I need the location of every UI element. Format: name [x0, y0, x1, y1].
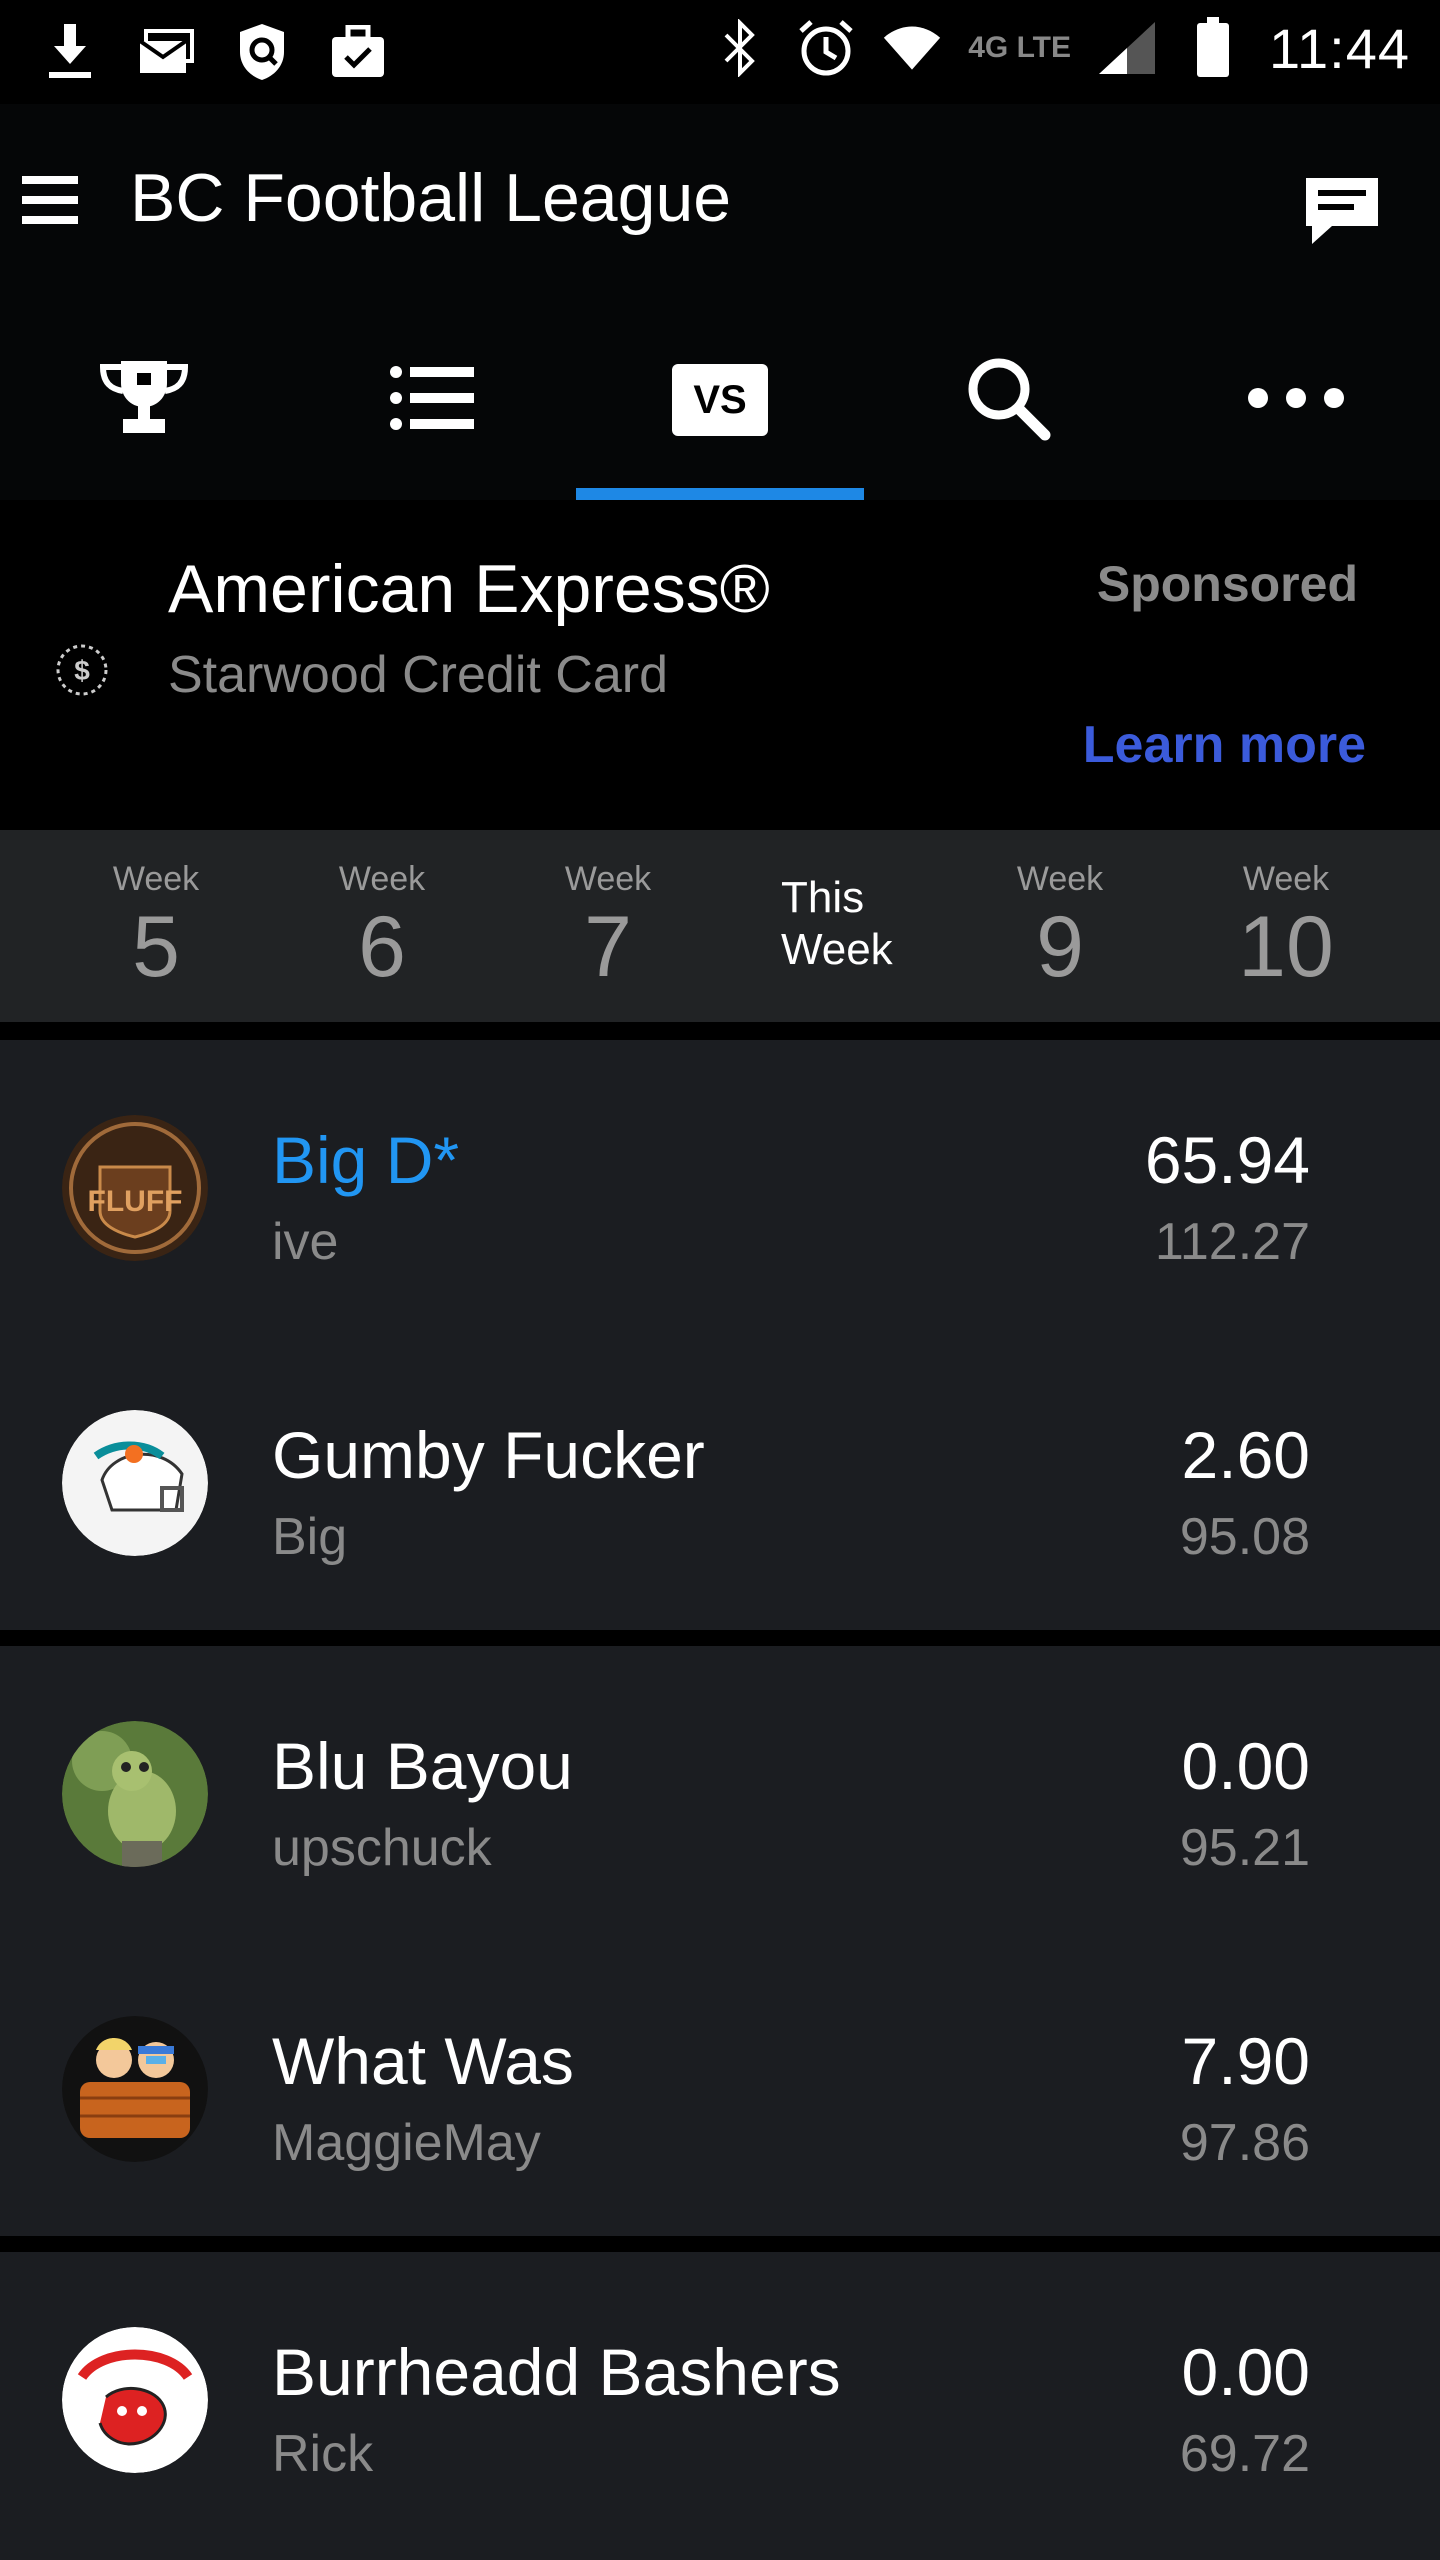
team-avatar [62, 2016, 208, 2162]
svg-text:FLUFF: FLUFF [88, 1185, 183, 1218]
week-number: 9 [1036, 899, 1084, 995]
week-10-button[interactable]: Week 10 [1173, 830, 1399, 1022]
team-avatar [62, 2327, 208, 2473]
team-owner: ive [272, 1213, 339, 1271]
week-label: Week [1242, 860, 1330, 898]
learn-more-link[interactable]: Learn more [1083, 715, 1366, 775]
team-name: Big D* [272, 1123, 460, 1197]
more-icon [1246, 386, 1346, 415]
briefcase-icon [328, 18, 388, 86]
projected-score: 95.21 [1179, 1819, 1310, 1877]
lte-icon: 4G LTE [968, 31, 1072, 64]
team-avatar [62, 1410, 208, 1556]
app-bar: BC Football League [0, 104, 1440, 300]
team-name: Gumby Fucker [272, 1418, 705, 1492]
projected-score: 69.72 [1179, 2425, 1310, 2483]
clock-time: 11:44 [1269, 16, 1410, 80]
team-row[interactable]: Gumby Fucker Big 2.60 95.08 [0, 1335, 1440, 1630]
sponsored-ad[interactable]: $ American Express® Starwood Credit Card… [0, 500, 1440, 830]
week-selector: Week 5 Week 6 Week 7 This Week Week 9 We… [0, 830, 1440, 1022]
team-name: Burrheadd Bashers [272, 2335, 841, 2409]
team-score: 7.90 [1181, 2024, 1310, 2098]
projected-score: 112.27 [1154, 1213, 1310, 1271]
week-label: Week [112, 860, 200, 898]
download-icon [40, 18, 100, 86]
tab-trophy[interactable] [0, 300, 288, 500]
vs-icon: VS [672, 364, 768, 436]
team-owner: upschuck [272, 1819, 492, 1877]
team-row[interactable]: What Was MaggieMay 7.90 97.86 [0, 1941, 1440, 2236]
mail-icon [136, 18, 196, 86]
team-score: 2.60 [1181, 1418, 1310, 1492]
week-5-button[interactable]: Week 5 [43, 830, 269, 1022]
week-6-button[interactable]: Week 6 [269, 830, 495, 1022]
team-score: 65.94 [1144, 1123, 1310, 1197]
team-name: What Was [272, 2024, 574, 2098]
status-bar: 4G LTE 11:44 [0, 0, 1440, 104]
team-score: 0.00 [1181, 2335, 1310, 2409]
sponsored-label: Sponsored [1096, 556, 1358, 612]
week-label: Week [1016, 860, 1104, 898]
team-row[interactable]: Burrheadd Bashers Rick 0.00 69.72 [0, 2252, 1440, 2547]
wifi-icon [882, 14, 942, 82]
team-score: 0.00 [1181, 1729, 1310, 1803]
week-label: Week [564, 860, 652, 898]
team-avatar [62, 1721, 208, 1867]
chat-icon[interactable] [1302, 174, 1382, 250]
svg-text:$: $ [74, 655, 90, 686]
list-icon [390, 364, 474, 437]
ad-subtitle: Starwood Credit Card [168, 646, 668, 704]
hamburger-menu-icon[interactable] [22, 174, 78, 226]
alarm-icon [796, 14, 856, 82]
status-left-icons [40, 18, 388, 86]
tab-list[interactable] [288, 300, 576, 500]
status-right-icons: 4G LTE 11:44 [710, 14, 1410, 82]
tab-matchup[interactable]: VS [576, 300, 864, 500]
signal-icon [1097, 14, 1157, 82]
shield-icon [232, 18, 292, 86]
dollar-badge-icon: $ [52, 640, 112, 700]
projected-score: 97.86 [1179, 2114, 1310, 2172]
trophy-icon [97, 359, 191, 442]
week-label: Week [338, 860, 426, 898]
selected-tab-indicator [576, 488, 864, 500]
search-icon [965, 355, 1051, 446]
bluetooth-icon [710, 14, 770, 82]
week-7-button[interactable]: Week 7 [495, 830, 721, 1022]
ad-title: American Express® [168, 551, 770, 627]
league-title: BC Football League [130, 160, 732, 236]
week-9-button[interactable]: Week 9 [947, 830, 1173, 1022]
team-name: Blu Bayou [272, 1729, 573, 1803]
tab-search[interactable] [864, 300, 1152, 500]
team-owner: MaggieMay [272, 2114, 541, 2172]
team-owner: Big [272, 1508, 348, 1566]
team-owner: Rick [272, 2425, 374, 2483]
this-week-button[interactable]: This Week [721, 830, 947, 1022]
week-number: 5 [132, 899, 180, 995]
matchup-card[interactable]: FLUFF Big D* ive 65.94 112.27 Gumby Fuck… [0, 1040, 1440, 1630]
week-number: 7 [584, 899, 632, 995]
tab-more[interactable] [1152, 300, 1440, 500]
team-avatar: FLUFF [62, 1115, 208, 1261]
battery-icon [1183, 14, 1243, 82]
league-tab-bar: VS [0, 300, 1440, 500]
team-row[interactable]: Blu Bayou upschuck 0.00 95.21 [0, 1646, 1440, 1941]
week-number: 6 [358, 899, 406, 995]
week-number: 10 [1238, 899, 1334, 995]
matchup-card[interactable]: Blu Bayou upschuck 0.00 95.21 What Was M… [0, 1646, 1440, 2236]
team-row[interactable]: FLUFF Big D* ive 65.94 112.27 [0, 1040, 1440, 1335]
projected-score: 95.08 [1179, 1508, 1310, 1566]
matchup-card[interactable]: Burrheadd Bashers Rick 0.00 69.72 [0, 2252, 1440, 2560]
